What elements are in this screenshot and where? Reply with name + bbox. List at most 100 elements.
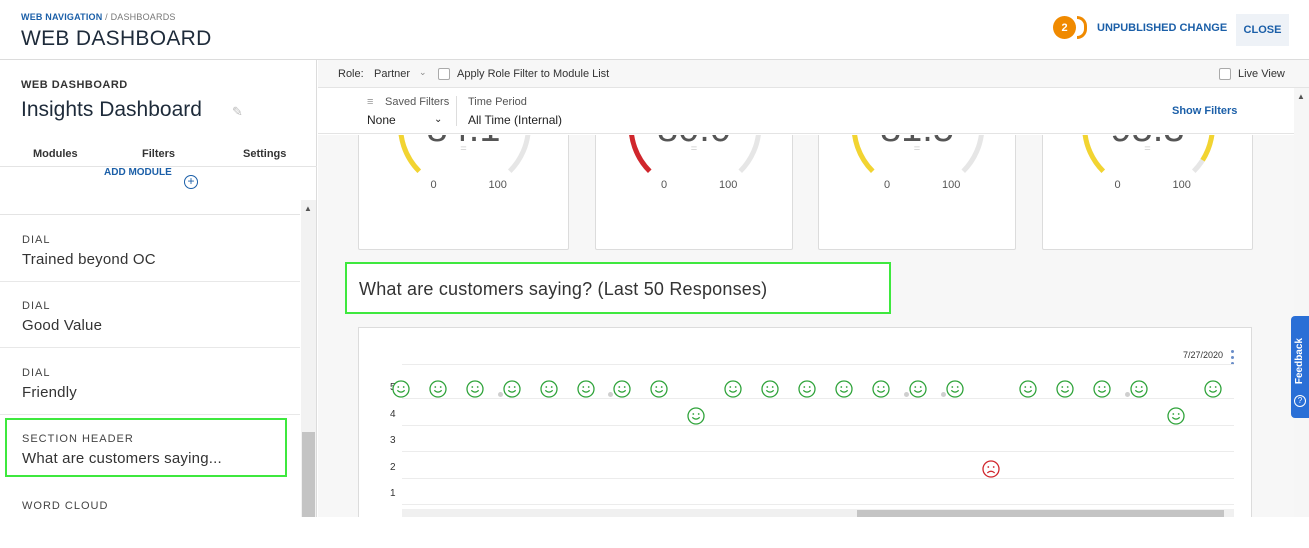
- happy-face-icon[interactable]: [724, 380, 742, 398]
- dial-equals-icon: =: [913, 143, 921, 155]
- role-label: Role:: [338, 68, 364, 80]
- role-bar: Role: Partner ⌄ Apply Role Filter to Mod…: [318, 60, 1309, 88]
- feedback-tab[interactable]: Feedback ?: [1291, 316, 1309, 418]
- scroll-up-icon[interactable]: ▲: [304, 204, 312, 213]
- add-module-button[interactable]: ADD MODULE: [104, 167, 172, 178]
- scrollbar-thumb[interactable]: [857, 510, 1224, 517]
- happy-face-icon[interactable]: [1130, 380, 1148, 398]
- happy-face-icon[interactable]: [503, 380, 521, 398]
- happy-face-icon[interactable]: [429, 380, 447, 398]
- time-period-select[interactable]: All Time (Internal): [468, 113, 562, 127]
- happy-face-icon[interactable]: [1204, 380, 1222, 398]
- happy-face-icon[interactable]: [466, 380, 484, 398]
- gridline: [402, 424, 1234, 426]
- dial-max-label: 100: [719, 179, 738, 191]
- point-marker: [1125, 392, 1130, 397]
- more-options-icon[interactable]: [1231, 350, 1234, 368]
- saved-filters-label: Saved Filters: [385, 96, 450, 108]
- time-period-label: Time Period: [468, 96, 527, 108]
- saved-filters-select[interactable]: None: [367, 113, 396, 127]
- happy-face-icon[interactable]: [872, 380, 890, 398]
- main-scrollbar[interactable]: ▲: [1294, 88, 1309, 517]
- happy-face-icon[interactable]: [392, 380, 410, 398]
- happy-face-icon[interactable]: [1056, 380, 1074, 398]
- chart-horizontal-scrollbar[interactable]: [402, 509, 1234, 517]
- gridline: [402, 364, 1234, 365]
- sidebar-tabs: Modules Filters Settings: [0, 148, 317, 166]
- breadcrumb-dashboards[interactable]: DASHBOARDS: [111, 12, 176, 22]
- happy-face-icon[interactable]: [945, 380, 964, 398]
- module-item-friendly[interactable]: DIAL Friendly: [0, 349, 300, 415]
- module-name: Good Value: [22, 317, 103, 334]
- dial-card[interactable]: 81.5=0100: [818, 135, 1016, 250]
- tab-settings[interactable]: Settings: [243, 148, 286, 160]
- dashboard-content: 84.1=010080.0=010081.5=010095.3=0100 Wha…: [318, 135, 1294, 517]
- dial-max-label: 100: [1172, 179, 1191, 191]
- chevron-down-icon[interactable]: ⌄: [419, 67, 427, 78]
- happy-face-icon[interactable]: [650, 380, 668, 398]
- happy-face-icon[interactable]: [835, 380, 853, 398]
- filter-divider: [456, 96, 457, 126]
- y-tick-label: 3: [390, 435, 396, 446]
- module-kind: DIAL: [22, 300, 51, 312]
- gridline: [402, 477, 1234, 479]
- close-button[interactable]: CLOSE: [1236, 14, 1289, 46]
- scroll-up-icon[interactable]: ▲: [1297, 92, 1305, 101]
- apply-role-filter-checkbox[interactable]: [438, 68, 450, 80]
- role-select[interactable]: Partner: [374, 68, 410, 80]
- happy-face-icon[interactable]: [1019, 380, 1037, 398]
- chart-date-label: 7/27/2020: [1183, 350, 1224, 360]
- sidebar-kicker: WEB DASHBOARD: [21, 79, 128, 91]
- happy-face-icon[interactable]: [908, 380, 927, 398]
- module-item-word-cloud[interactable]: WORD CLOUD: [0, 482, 300, 548]
- happy-face-icon[interactable]: [798, 380, 816, 398]
- dial-equals-icon: =: [1144, 143, 1151, 155]
- sidebar-scrollbar[interactable]: ▲: [301, 200, 316, 517]
- happy-face-icon[interactable]: [576, 380, 595, 398]
- happy-face-icon[interactable]: [539, 380, 558, 398]
- saved-filters-icon: ≡: [367, 96, 374, 108]
- responses-chart-card: 7/27/2020 54321: [358, 327, 1252, 517]
- unpublished-change-link[interactable]: UNPUBLISHED CHANGE: [1097, 22, 1227, 34]
- dial-card[interactable]: 95.3=0100: [1042, 135, 1253, 250]
- tab-modules[interactable]: Modules: [33, 148, 78, 160]
- gridline: [402, 451, 1234, 452]
- tab-filters[interactable]: Filters: [142, 148, 175, 160]
- dial-max-label: 100: [488, 179, 507, 191]
- module-kind: DIAL: [22, 234, 51, 246]
- dial-card[interactable]: 80.0=0100: [595, 135, 793, 250]
- gridline: [402, 398, 1234, 399]
- point-marker: [497, 392, 503, 397]
- happy-face-icon[interactable]: [761, 380, 779, 398]
- module-item-section-header[interactable]: SECTION HEADER What are customers saying…: [5, 418, 287, 477]
- unpublished-count-badge: 2: [1053, 16, 1076, 39]
- show-filters-link[interactable]: Show Filters: [1172, 105, 1237, 117]
- dial-max-label: 100: [942, 179, 961, 191]
- dial-min-label: 0: [661, 179, 668, 191]
- feedback-icon: ?: [1294, 395, 1306, 407]
- live-view-label: Live View: [1238, 68, 1285, 80]
- unpublished-changes[interactable]: 2 UNPUBLISHED CHANGE: [1053, 16, 1227, 39]
- live-view-checkbox[interactable]: [1219, 68, 1231, 80]
- module-item-trained-beyond-oc[interactable]: DIAL Trained beyond OC: [0, 216, 300, 282]
- edit-pencil-icon[interactable]: ✎: [232, 104, 243, 120]
- dial-equals-icon: =: [460, 143, 467, 155]
- sidebar: WEB DASHBOARD Insights Dashboard ✎ Modul…: [0, 60, 317, 517]
- happy-face-icon[interactable]: [687, 406, 705, 425]
- scrollbar-thumb[interactable]: [302, 432, 315, 517]
- y-tick-label: 2: [390, 461, 396, 473]
- section-header-module[interactable]: What are customers saying? (Last 50 Resp…: [345, 262, 891, 314]
- happy-face-icon[interactable]: [1167, 406, 1185, 425]
- happy-face-icon[interactable]: [1093, 380, 1111, 398]
- dial-card[interactable]: 84.1=0100: [358, 135, 569, 250]
- module-list-divider: [0, 214, 300, 215]
- breadcrumb-web-navigation[interactable]: WEB NAVIGATION: [21, 12, 102, 22]
- chevron-down-icon[interactable]: ⌄: [434, 114, 442, 125]
- add-plus-icon[interactable]: +: [184, 175, 198, 189]
- y-tick-label: 1: [390, 488, 396, 499]
- module-kind: SECTION HEADER: [22, 433, 134, 445]
- module-item-good-value[interactable]: DIAL Good Value: [0, 282, 300, 348]
- unpublished-arc-icon: [1077, 16, 1087, 39]
- sad-face-icon[interactable]: [982, 459, 1001, 478]
- happy-face-icon[interactable]: [613, 380, 632, 398]
